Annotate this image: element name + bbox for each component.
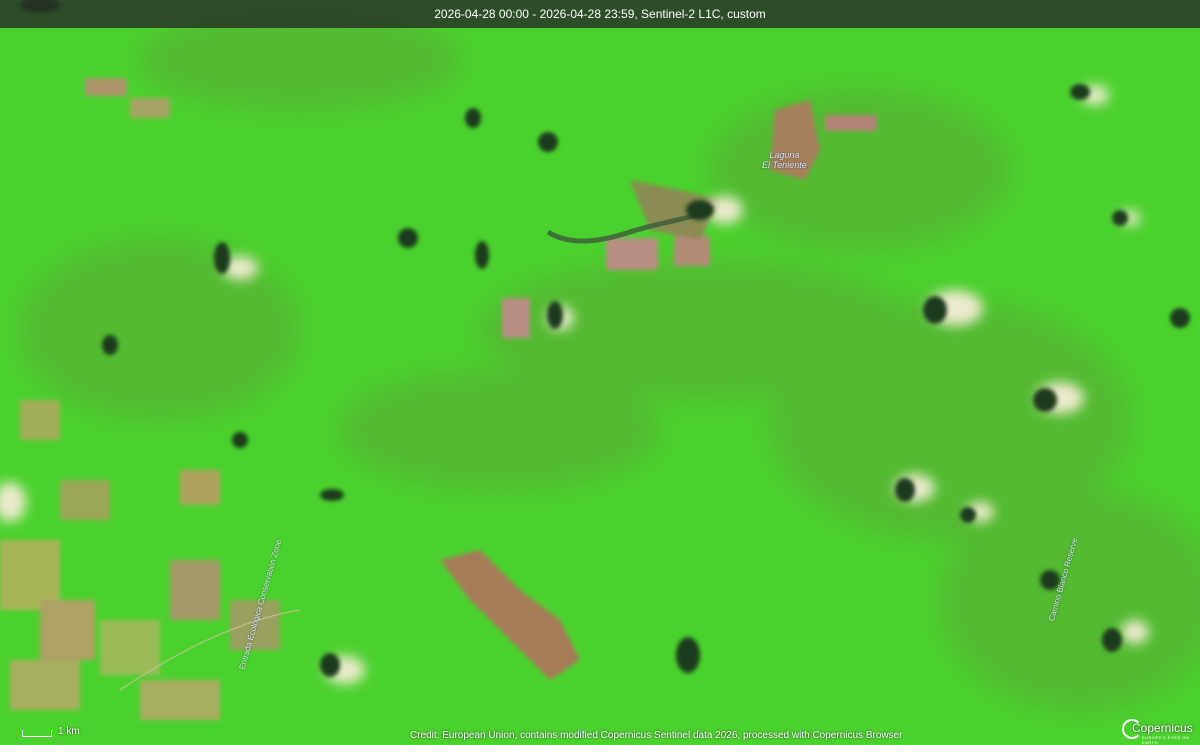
logo-text: Copernicus	[1132, 721, 1193, 735]
date-range-header: 2026-04-28 00:00 - 2026-04-28 23:59, Sen…	[0, 0, 1200, 28]
lake-label-line1: Laguna	[769, 150, 800, 160]
lake-label-line2: El Teniente	[762, 160, 807, 170]
satellite-map-image[interactable]	[0, 0, 1200, 745]
scale-label: 1 km	[58, 726, 80, 737]
scale-line	[22, 730, 52, 737]
logo-subtext: EUROPE'S EYES ON EARTH	[1142, 735, 1190, 745]
scale-bar: 1 km	[22, 727, 80, 737]
header-title: 2026-04-28 00:00 - 2026-04-28 23:59, Sen…	[434, 7, 766, 21]
credit-text: Credit: European Union, contains modifie…	[410, 730, 903, 741]
copernicus-logo[interactable]: Copernicus EUROPE'S EYES ON EARTH	[1122, 715, 1193, 745]
lake-label: Laguna El Teniente	[762, 150, 807, 170]
